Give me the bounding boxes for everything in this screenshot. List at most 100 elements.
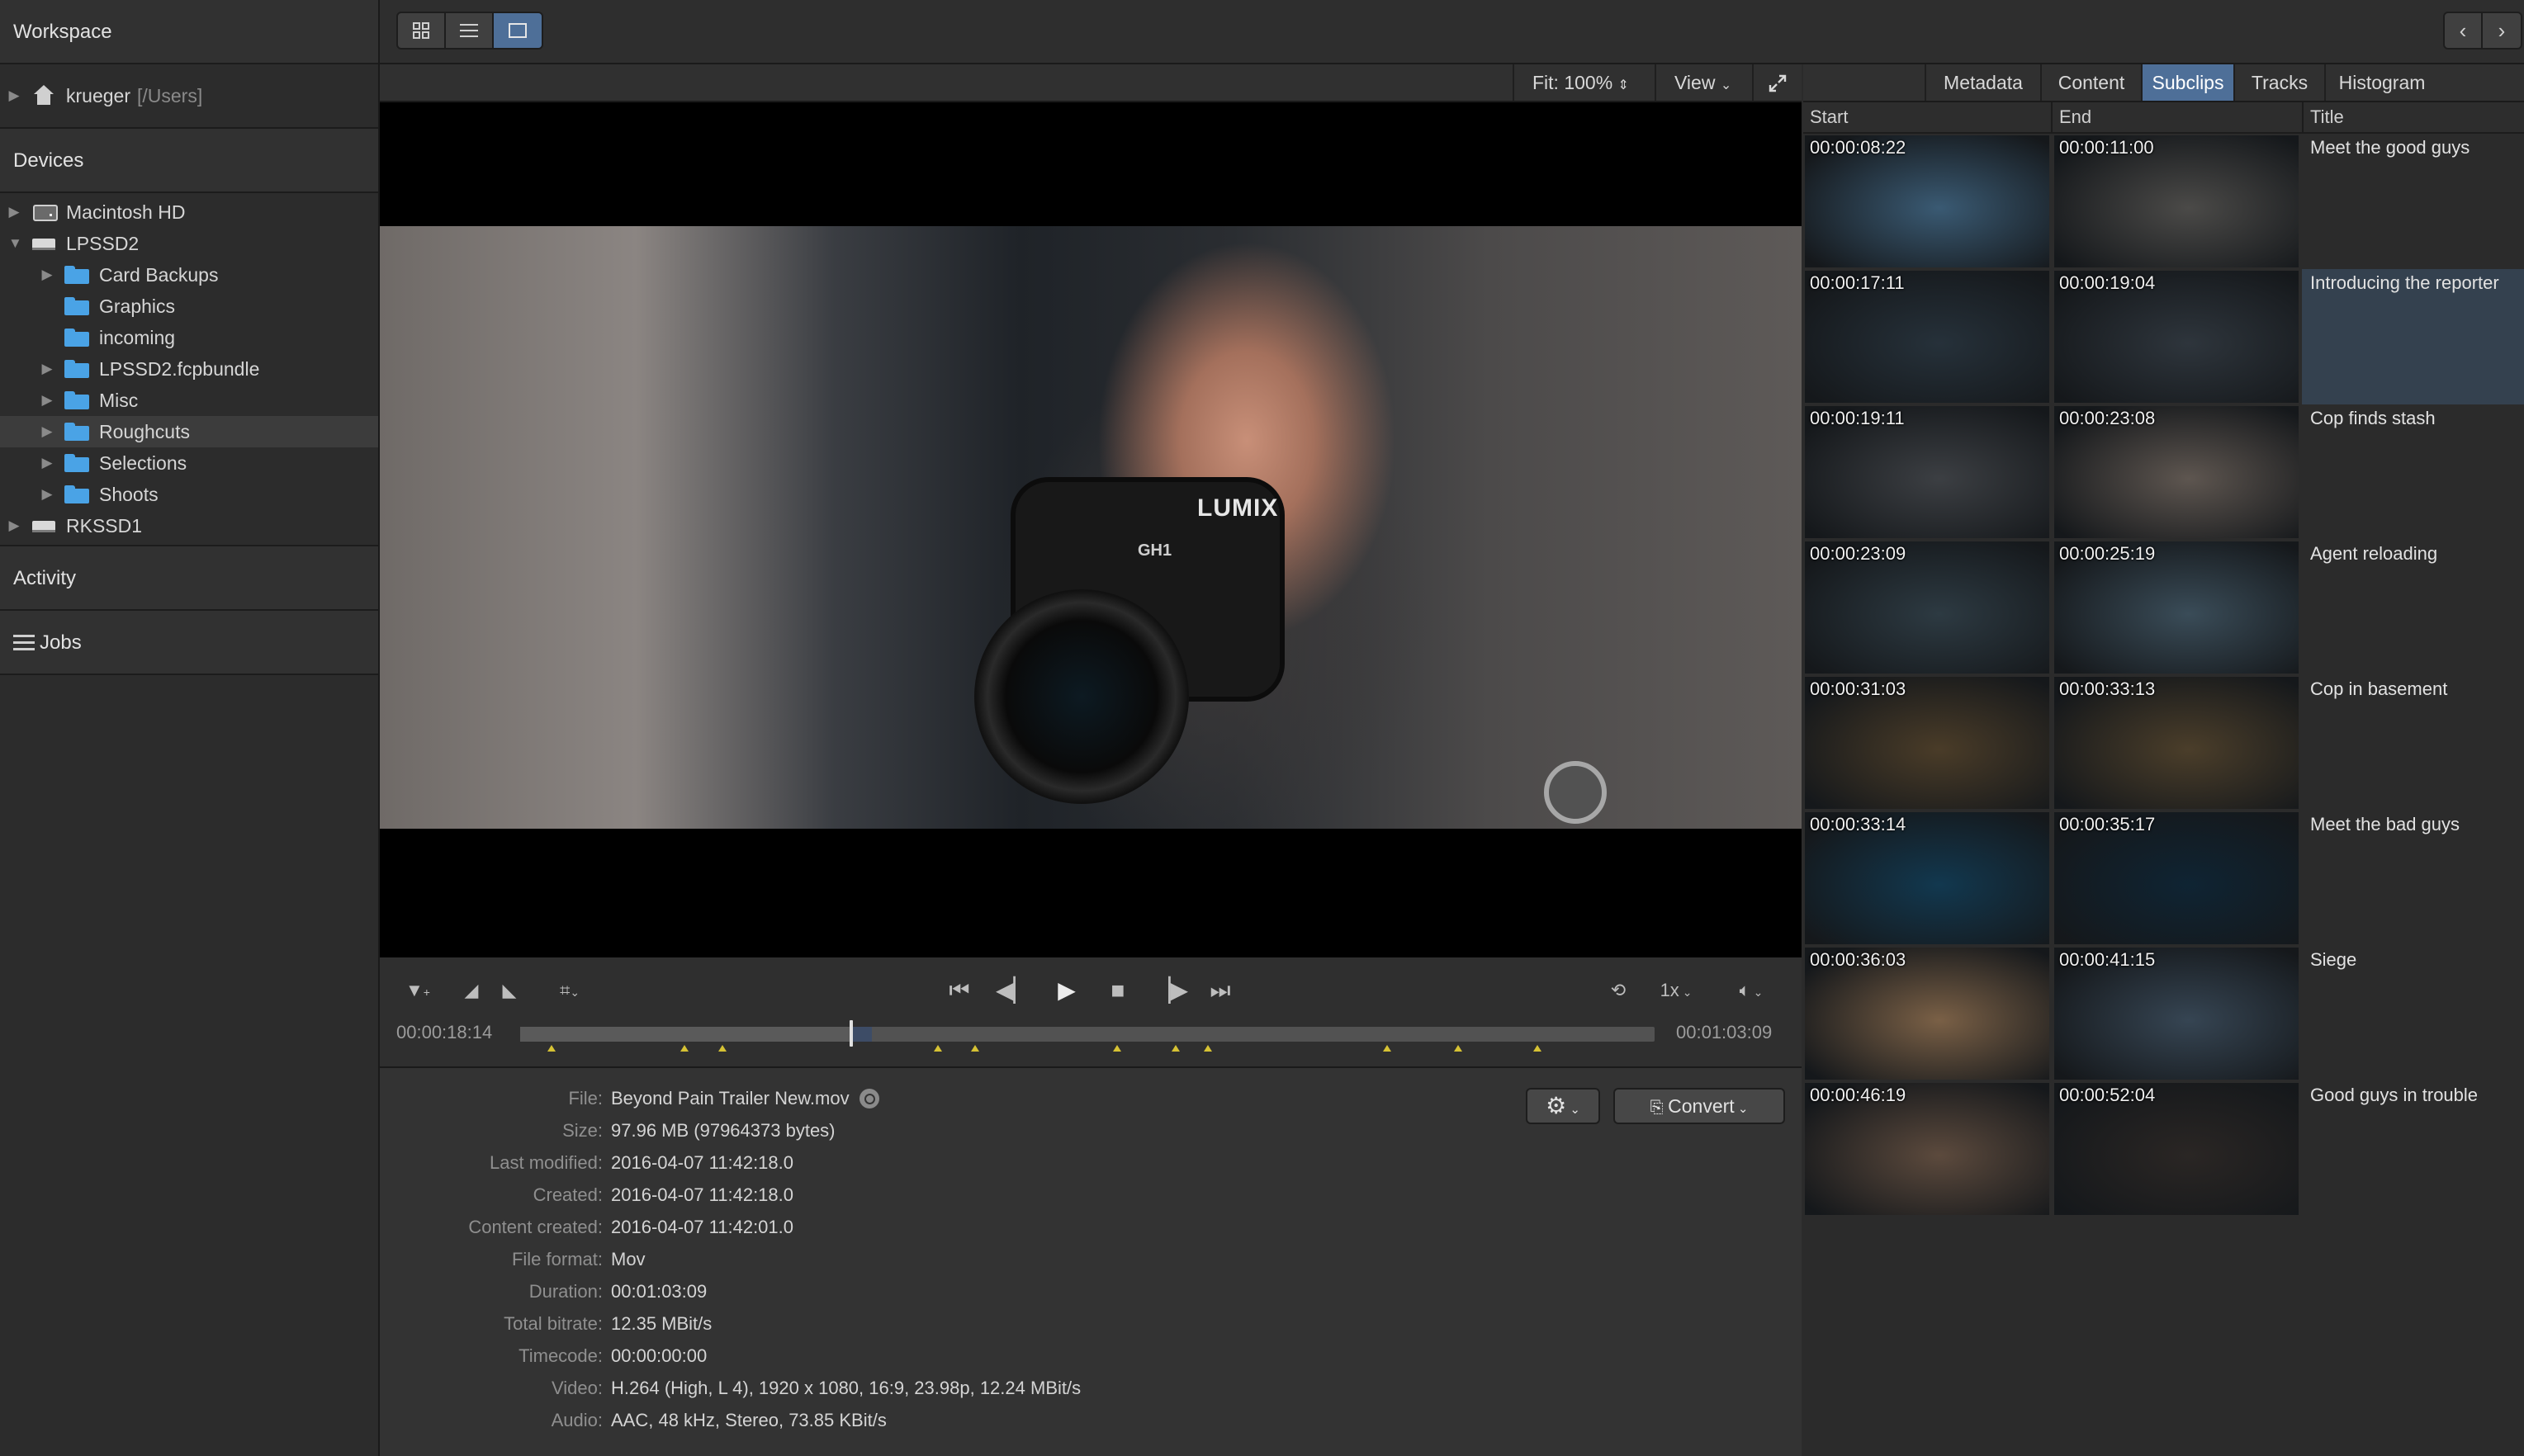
settings-menu-button[interactable]: ⚙ ⌄ [1526, 1088, 1600, 1124]
subclip-start-thumbnail[interactable]: 00:00:08:22 [1805, 135, 2049, 267]
playback-speed-select[interactable]: 1x ⌄ [1651, 974, 1701, 1007]
disclosure-collapsed-icon[interactable]: ▶ [41, 486, 53, 503]
subclip-row[interactable]: 00:00:19:11 00:00:23:08 Cop finds stash [1803, 404, 2524, 540]
go-to-start-icon[interactable]: ⏮ [943, 974, 976, 1007]
timeline-marker[interactable] [1112, 1045, 1121, 1052]
sidebar-item-macintosh-hd[interactable]: ▶ Macintosh HD [0, 196, 378, 228]
disclosure-expanded-icon[interactable]: ▼ [8, 235, 22, 252]
sidebar-item-graphics[interactable]: Graphics [0, 291, 378, 322]
subclip-end-thumbnail[interactable]: 00:00:23:08 [2054, 406, 2299, 538]
timeline-marker[interactable] [933, 1045, 942, 1052]
subclip-title[interactable]: Meet the good guys [2302, 134, 2524, 269]
subclip-end-thumbnail[interactable]: 00:00:35:17 [2054, 812, 2299, 944]
subclip-row[interactable]: 00:00:33:14 00:00:35:17 Meet the bad guys [1803, 811, 2524, 946]
disclosure-collapsed-icon[interactable]: ▶ [8, 518, 20, 534]
subclip-start-thumbnail[interactable]: 00:00:19:11 [1805, 406, 2049, 538]
stop-icon[interactable]: ■ [1101, 974, 1134, 1007]
subclip-title[interactable]: Good guys in trouble [2302, 1081, 2524, 1217]
timeline-marker[interactable] [970, 1045, 979, 1052]
mark-out-icon[interactable]: ◣ [495, 974, 523, 1007]
volume-icon[interactable]: 🔈︎ ⌄ [1722, 974, 1780, 1007]
tab-metadata[interactable]: Metadata [1925, 64, 2040, 101]
jobs-header[interactable]: Jobs [0, 611, 378, 675]
timeline-marker[interactable] [1172, 1045, 1181, 1052]
step-forward-icon[interactable]: ▕▶︎ [1153, 974, 1188, 1007]
fit-zoom-select[interactable]: Fit: 100% ⇕ [1513, 64, 1655, 101]
sidebar-item-roughcuts[interactable]: ▶ Roughcuts [0, 416, 378, 447]
subclip-end-thumbnail[interactable]: 00:00:11:00 [2054, 135, 2299, 267]
subclip-end-thumbnail[interactable]: 00:00:25:19 [2054, 541, 2299, 674]
disclosure-collapsed-icon[interactable]: ▶ [41, 423, 53, 440]
timeline-marker[interactable] [1382, 1045, 1391, 1052]
column-header-end[interactable]: End [2051, 102, 2302, 132]
reveal-magnifier-icon[interactable] [859, 1089, 879, 1109]
subclip-title[interactable]: Siege [2302, 946, 2524, 1081]
go-to-end-icon[interactable]: ⏭ [1204, 974, 1237, 1007]
disclosure-collapsed-icon[interactable]: ▶ [41, 392, 53, 409]
subclip-title[interactable]: Meet the bad guys [2302, 811, 2524, 946]
subclip-row[interactable]: 00:00:08:22 00:00:11:00 Meet the good guys [1803, 134, 2524, 269]
home-row[interactable]: ▶ krueger [/Users] [0, 64, 378, 129]
workspace-header[interactable]: Workspace [0, 0, 378, 64]
sidebar-item-lpssd2-fcpbundle[interactable]: ▶ LPSSD2.fcpbundle [0, 353, 378, 385]
timeline-marker[interactable] [547, 1045, 556, 1052]
subclip-row[interactable]: 00:00:17:11 00:00:19:04 Introducing the re… [1803, 269, 2524, 404]
scrub-bar[interactable] [520, 1020, 1655, 1047]
subclip-end-thumbnail[interactable]: 00:00:19:04 [2054, 271, 2299, 403]
back-button[interactable]: ‹ [2445, 13, 2483, 48]
view-menu-button[interactable]: View ⌄ [1655, 64, 1752, 101]
disclosure-collapsed-icon[interactable]: ▶ [41, 267, 53, 283]
disclosure-collapsed-icon[interactable]: ▶ [41, 455, 53, 471]
sidebar-item-lpssd2[interactable]: ▼ LPSSD2 [0, 228, 378, 259]
subclip-start-thumbnail[interactable]: 00:00:17:11 [1805, 271, 2049, 403]
convert-button[interactable]: ⎘ Convert ⌄ [1613, 1088, 1785, 1124]
single-view-icon[interactable] [494, 13, 542, 48]
subclip-start-thumbnail[interactable]: 00:00:23:09 [1805, 541, 2049, 674]
grid-view-icon[interactable] [398, 13, 446, 48]
subclip-row[interactable]: 00:00:36:03 00:00:41:15 Siege [1803, 946, 2524, 1081]
timeline-marker[interactable] [1203, 1045, 1212, 1052]
sidebar-item-card-backups[interactable]: ▶ Card Backups [0, 259, 378, 291]
tab-content[interactable]: Content [2040, 64, 2141, 101]
step-back-icon[interactable]: ◀︎▏ [996, 974, 1031, 1007]
subclip-end-thumbnail[interactable]: 00:00:41:15 [2054, 948, 2299, 1080]
subclip-end-thumbnail[interactable]: 00:00:52:04 [2054, 1083, 2299, 1215]
tab-tracks[interactable]: Tracks [2233, 64, 2324, 101]
tab-histogram[interactable]: Histogram [2324, 64, 2438, 101]
list-view-icon[interactable] [446, 13, 494, 48]
devices-header[interactable]: Devices [0, 129, 378, 193]
subclip-start-thumbnail[interactable]: 00:00:33:14 [1805, 812, 2049, 944]
subclip-end-thumbnail[interactable]: 00:00:33:13 [2054, 677, 2299, 809]
timeline-marker[interactable] [680, 1045, 689, 1052]
activity-header[interactable]: Activity [0, 546, 378, 611]
fullscreen-button[interactable] [1752, 64, 1802, 101]
subclip-title[interactable]: Introducing the reporter [2302, 269, 2524, 404]
subclip-start-thumbnail[interactable]: 00:00:46:19 [1805, 1083, 2049, 1215]
forward-button[interactable]: › [2483, 13, 2521, 48]
disclosure-collapsed-icon[interactable]: ▶ [8, 204, 20, 220]
subclip-row[interactable]: 00:00:23:09 00:00:25:19 Agent reloading [1803, 540, 2524, 675]
mark-in-icon[interactable]: ◢ [457, 974, 485, 1007]
timeline-marker[interactable] [717, 1045, 727, 1052]
disclosure-collapsed-icon[interactable]: ▶ [41, 361, 53, 377]
loop-icon[interactable]: ⟲ [1602, 974, 1635, 1007]
sidebar-item-incoming[interactable]: incoming [0, 322, 378, 353]
subclip-title[interactable]: Agent reloading [2302, 540, 2524, 675]
timeline-marker[interactable] [1454, 1045, 1463, 1052]
subclip-row[interactable]: 00:00:46:19 00:00:52:04 Good guys in troub… [1803, 1081, 2524, 1217]
sidebar-item-misc[interactable]: ▶ Misc [0, 385, 378, 416]
subclip-title[interactable]: Cop in basement [2302, 675, 2524, 811]
crop-frame-icon[interactable]: ⌗⌄ [545, 974, 594, 1007]
sidebar-item-selections[interactable]: ▶ Selections [0, 447, 378, 479]
play-icon[interactable]: ▶ [1050, 974, 1083, 1007]
tab-subclips[interactable]: Subclips [2141, 64, 2233, 101]
subclip-title[interactable]: Cop finds stash [2302, 404, 2524, 540]
subclip-row[interactable]: 00:00:31:03 00:00:33:13 Cop in basement [1803, 675, 2524, 811]
playhead-handle[interactable] [850, 1020, 854, 1047]
timeline-marker[interactable] [1533, 1045, 1542, 1052]
add-marker-icon[interactable]: ▼+ [401, 974, 434, 1007]
video-viewer[interactable]: LUMIX GH1 [380, 102, 1802, 957]
column-header-title[interactable]: Title [2302, 102, 2524, 132]
subclip-start-thumbnail[interactable]: 00:00:36:03 [1805, 948, 2049, 1080]
column-header-start[interactable]: Start [1803, 102, 2051, 132]
